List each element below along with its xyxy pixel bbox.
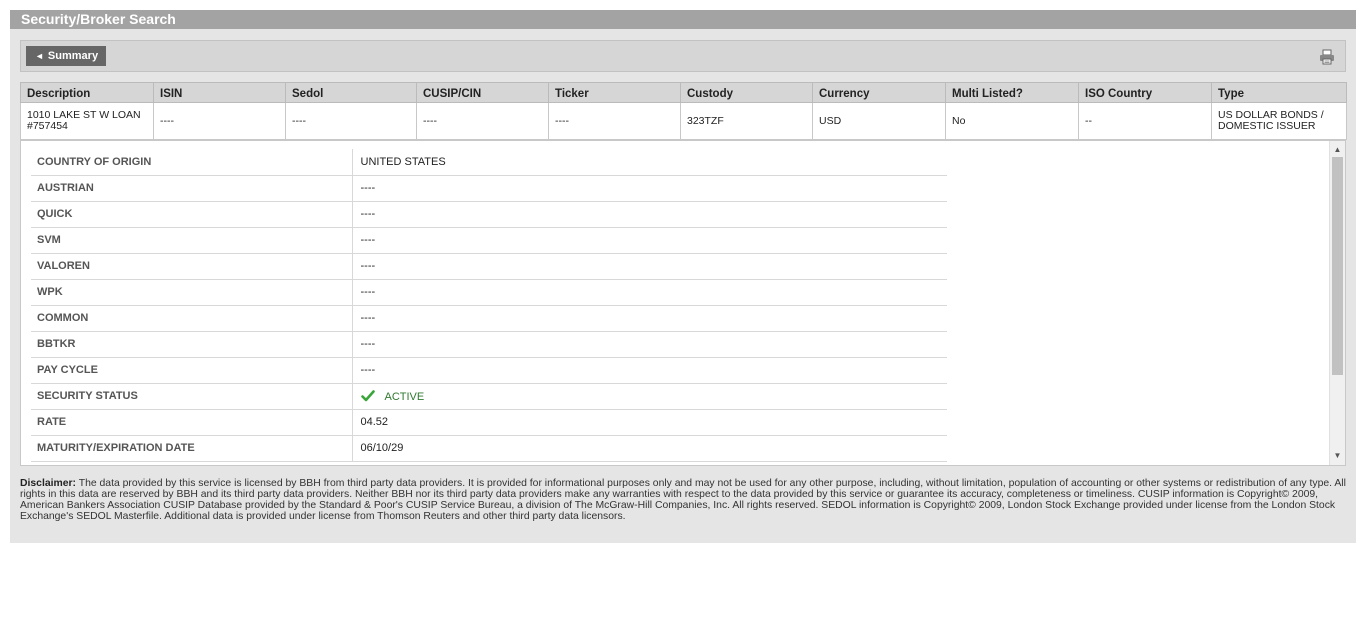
- attr-label: RATE: [31, 409, 352, 436]
- table-header-row: Description ISIN Sedol CUSIP/CIN Ticker …: [20, 82, 1347, 103]
- col-header-description[interactable]: Description: [20, 82, 154, 103]
- attr-value: 04.52: [351, 409, 947, 436]
- col-header-custody[interactable]: Custody: [680, 82, 813, 103]
- cell-currency: USD: [812, 102, 946, 140]
- attr-value: ----: [351, 227, 947, 254]
- disclaimer-label: Disclaimer:: [20, 478, 77, 489]
- attr-row-pay-cycle: PAY CYCLE ----: [31, 357, 947, 384]
- attr-value: ----: [351, 331, 947, 358]
- cell-description: 1010 LAKE ST W LOAN #757454: [20, 102, 154, 140]
- attr-label: SECURITY STATUS: [31, 383, 352, 410]
- toolbar: ◄ Summary: [20, 40, 1346, 72]
- attr-value: UNITED STATES: [351, 149, 947, 176]
- col-header-sedol[interactable]: Sedol: [285, 82, 417, 103]
- summary-button-label: Summary: [47, 50, 99, 62]
- scrollbar-thumb[interactable]: [1332, 157, 1343, 375]
- col-header-isin[interactable]: ISIN: [153, 82, 286, 103]
- col-header-multi-listed[interactable]: Multi Listed?: [945, 82, 1079, 103]
- attr-value: ----: [351, 175, 947, 202]
- cell-custody: 323TZF: [680, 102, 813, 140]
- attr-row-wpk: WPK ----: [31, 279, 947, 306]
- attr-row-austrian: AUSTRIAN ----: [31, 175, 947, 202]
- attr-row-country-of-origin: COUNTRY OF ORIGIN UNITED STATES: [31, 149, 947, 176]
- attr-value: ----: [351, 279, 947, 306]
- attr-label: VALOREN: [31, 253, 352, 280]
- attr-row-rate: RATE 04.52: [31, 409, 947, 436]
- cell-type: US DOLLAR BONDS / DOMESTIC ISSUER: [1211, 102, 1347, 140]
- disclaimer-text: The data provided by this service is lic…: [20, 478, 1346, 522]
- attr-row-common: COMMON ----: [31, 305, 947, 332]
- attr-label: AUSTRIAN: [31, 175, 352, 202]
- cell-iso-country: --: [1078, 102, 1212, 140]
- type-line2: DOMESTIC ISSUER: [1218, 120, 1316, 132]
- check-icon: [360, 389, 375, 403]
- col-header-currency[interactable]: Currency: [812, 82, 946, 103]
- cell-isin: ----: [153, 102, 286, 140]
- back-arrow-icon: ◄: [35, 51, 44, 61]
- printer-icon[interactable]: [1319, 49, 1335, 65]
- summary-button[interactable]: ◄ Summary: [26, 46, 107, 66]
- col-header-cusip[interactable]: CUSIP/CIN: [416, 82, 549, 103]
- attr-value: ----: [351, 253, 947, 280]
- attr-row-bbtkr: BBTKR ----: [31, 331, 947, 358]
- attr-label: BBTKR: [31, 331, 352, 358]
- description-line2: #757454: [27, 120, 68, 132]
- col-header-iso-country[interactable]: ISO Country: [1078, 82, 1212, 103]
- cell-multi-listed: No: [945, 102, 1079, 140]
- attr-label: WPK: [31, 279, 352, 306]
- attr-row-svm: SVM ----: [31, 227, 947, 254]
- scroll-up-arrow-icon[interactable]: ▲: [1330, 143, 1345, 157]
- attr-label: COUNTRY OF ORIGIN: [31, 149, 352, 176]
- security-detail-pane[interactable]: COUNTRY OF ORIGIN UNITED STATES AUSTRIAN…: [20, 140, 1346, 466]
- attr-row-maturity-date: MATURITY/EXPIRATION DATE 06/10/29: [31, 435, 947, 462]
- scroll-down-arrow-icon[interactable]: ▼: [1330, 449, 1345, 463]
- attr-row-valoren: VALOREN ----: [31, 253, 947, 280]
- col-header-type[interactable]: Type: [1211, 82, 1347, 103]
- attr-label: COMMON: [31, 305, 352, 332]
- attr-label: QUICK: [31, 201, 352, 228]
- attr-label: MATURITY/EXPIRATION DATE: [31, 435, 352, 462]
- panel-title: Security/Broker Search: [10, 10, 1356, 29]
- vertical-scrollbar[interactable]: ▲ ▼: [1329, 141, 1345, 465]
- cell-sedol: ----: [285, 102, 417, 140]
- cell-cusip: ----: [416, 102, 549, 140]
- attr-value-status: ACTIVE: [351, 383, 947, 410]
- security-attributes-table: COUNTRY OF ORIGIN UNITED STATES AUSTRIAN…: [31, 149, 947, 462]
- security-status-text: ACTIVE: [384, 391, 425, 403]
- attr-value: ----: [351, 357, 947, 384]
- attr-value: ----: [351, 305, 947, 332]
- cell-ticker: ----: [548, 102, 681, 140]
- attr-label: SVM: [31, 227, 352, 254]
- disclaimer: Disclaimer: The data provided by this se…: [20, 478, 1346, 522]
- attr-value: ----: [351, 201, 947, 228]
- attr-row-quick: QUICK ----: [31, 201, 947, 228]
- attr-value: 06/10/29: [351, 435, 947, 462]
- col-header-ticker[interactable]: Ticker: [548, 82, 681, 103]
- attr-row-security-status: SECURITY STATUS ACTIVE: [31, 383, 947, 410]
- attr-label: PAY CYCLE: [31, 357, 352, 384]
- securities-table: Description ISIN Sedol CUSIP/CIN Ticker …: [20, 82, 1347, 140]
- table-row[interactable]: 1010 LAKE ST W LOAN #757454 ---- ---- --…: [20, 102, 1347, 140]
